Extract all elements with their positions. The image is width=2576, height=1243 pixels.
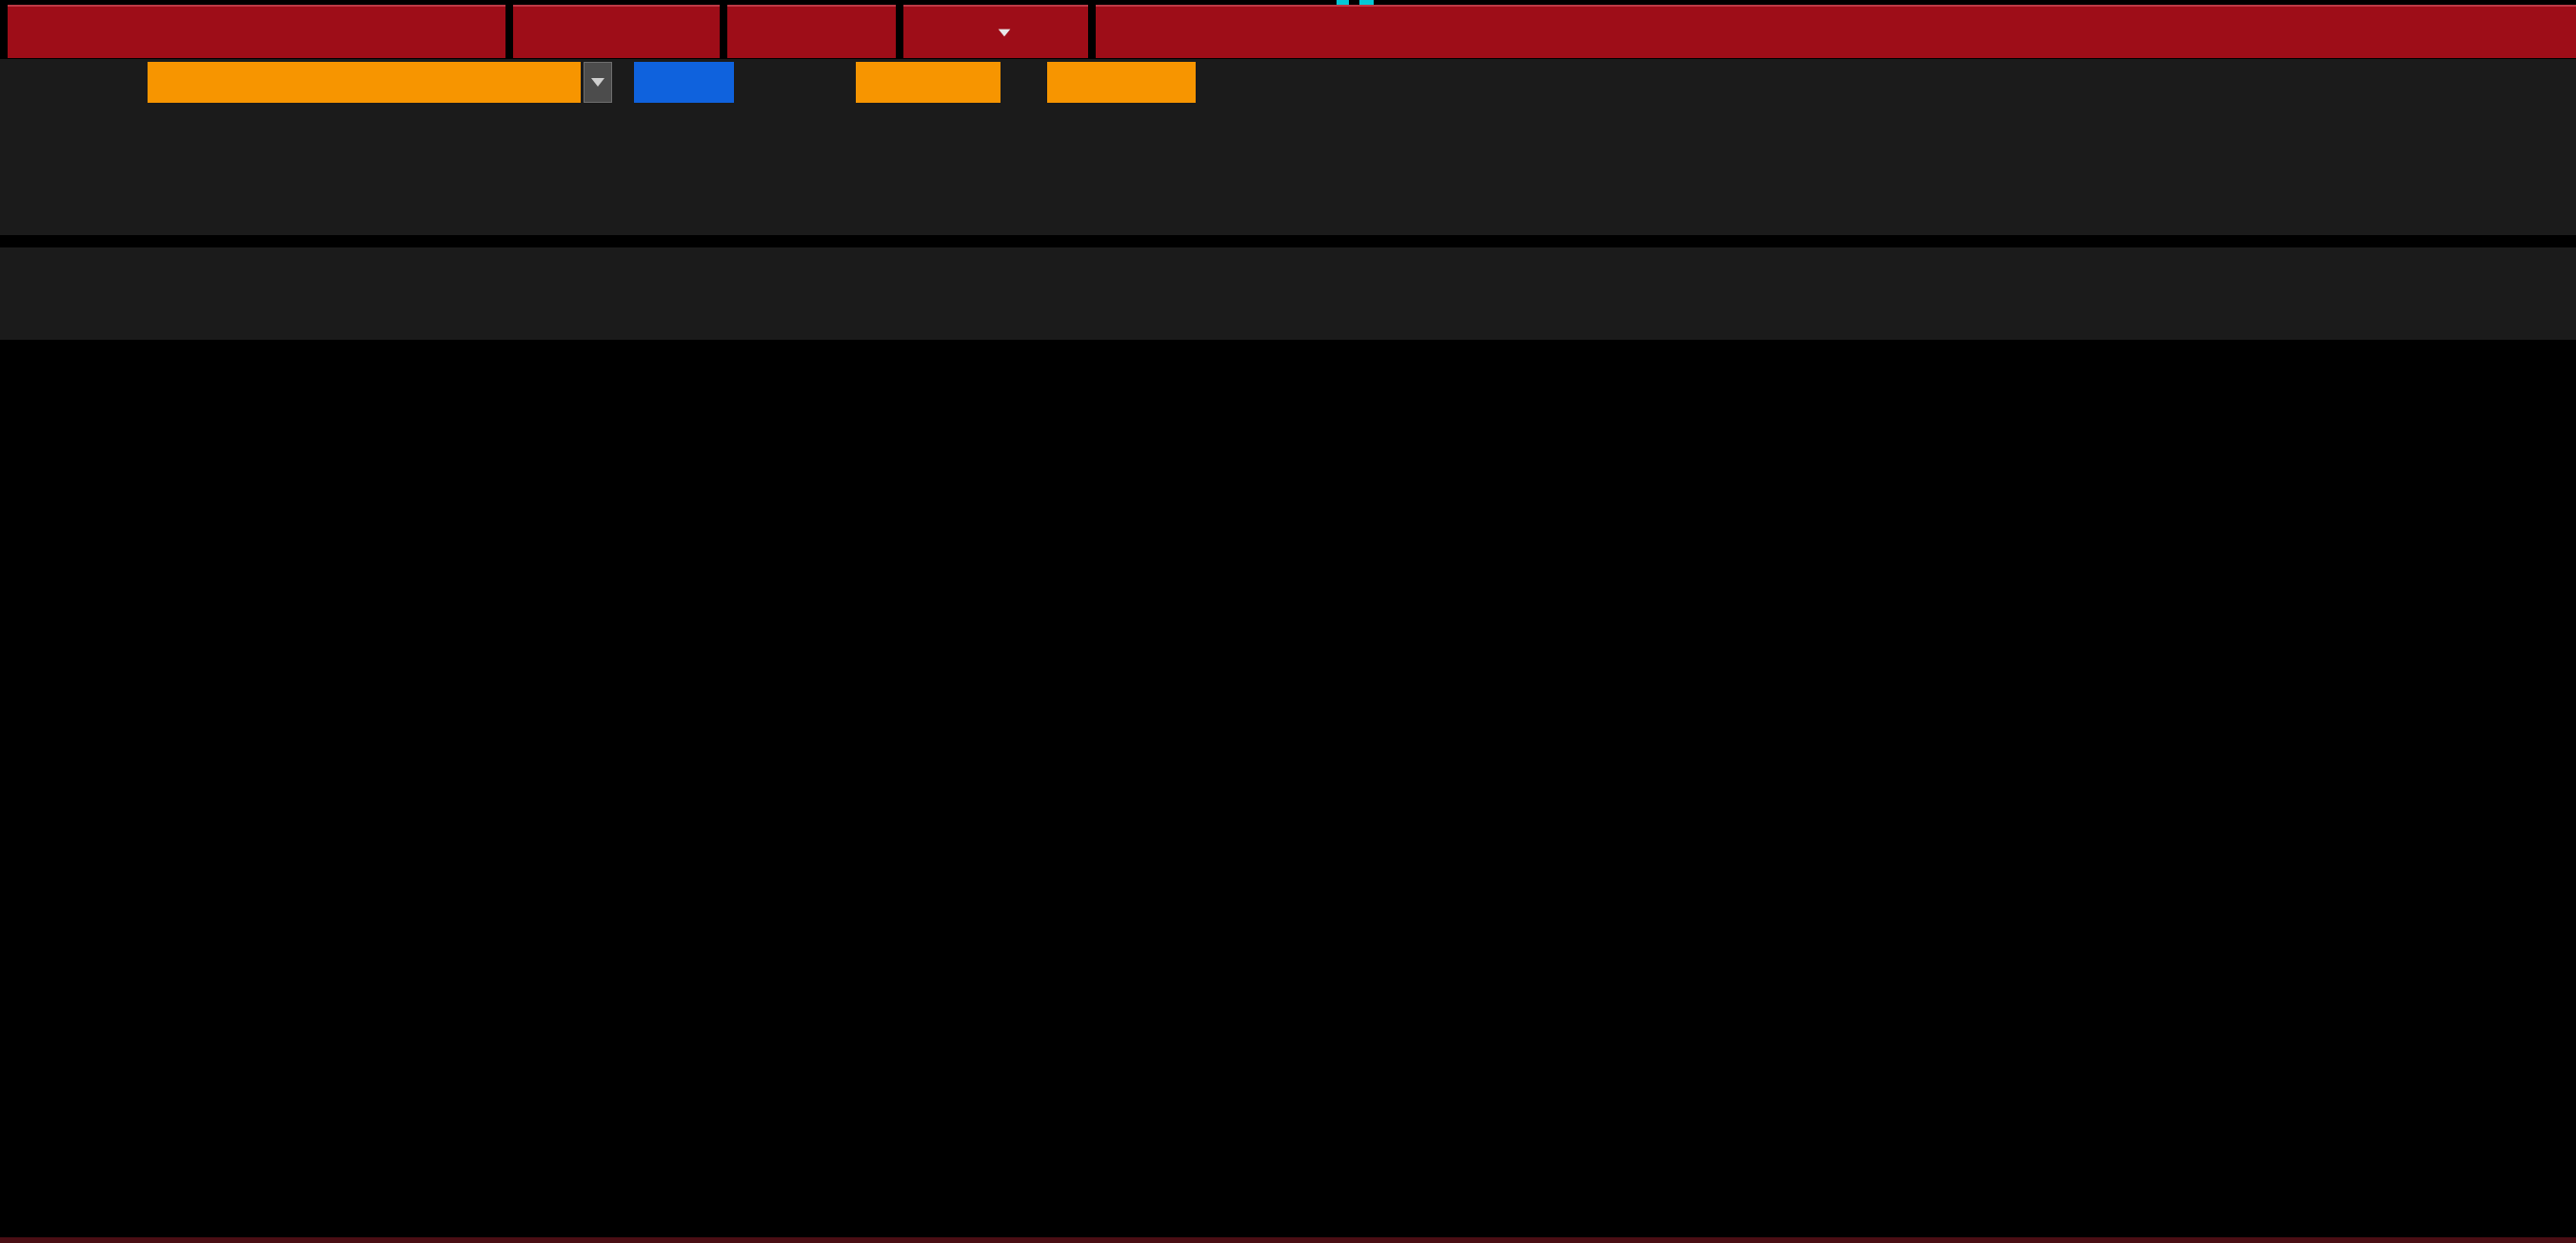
chart-area xyxy=(0,0,2576,1243)
bottom-panel-edge xyxy=(0,1237,2576,1243)
